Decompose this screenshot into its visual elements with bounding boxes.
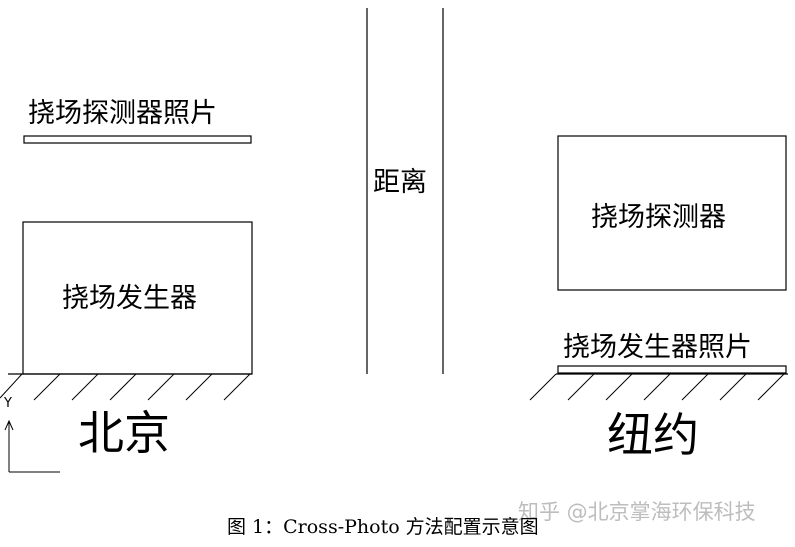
left-generator-label: 挠场发生器 <box>62 283 197 314</box>
left-photo-plate <box>23 135 252 144</box>
right-ground-hatch <box>529 373 785 401</box>
distance-label: 距离 <box>373 167 427 198</box>
y-axis-label: Y <box>4 396 12 411</box>
right-photo-label: 挠场发生器照片 <box>563 332 752 363</box>
y-axis-marker <box>4 419 60 473</box>
right-city-label: 纽约 <box>607 408 699 462</box>
figure-caption: 图 1：Cross-Photo 方法配置示意图 <box>227 516 539 538</box>
left-ground-hatch <box>0 373 251 401</box>
right-photo-plate <box>557 365 787 374</box>
left-photo-label: 挠场探测器照片 <box>28 98 217 129</box>
watermark-text: 知乎 @北京掌海环保科技 <box>518 500 756 524</box>
right-detector-label: 挠场探测器 <box>591 202 726 233</box>
left-city-label: 北京 <box>78 406 170 460</box>
diagram-canvas <box>0 8 788 473</box>
